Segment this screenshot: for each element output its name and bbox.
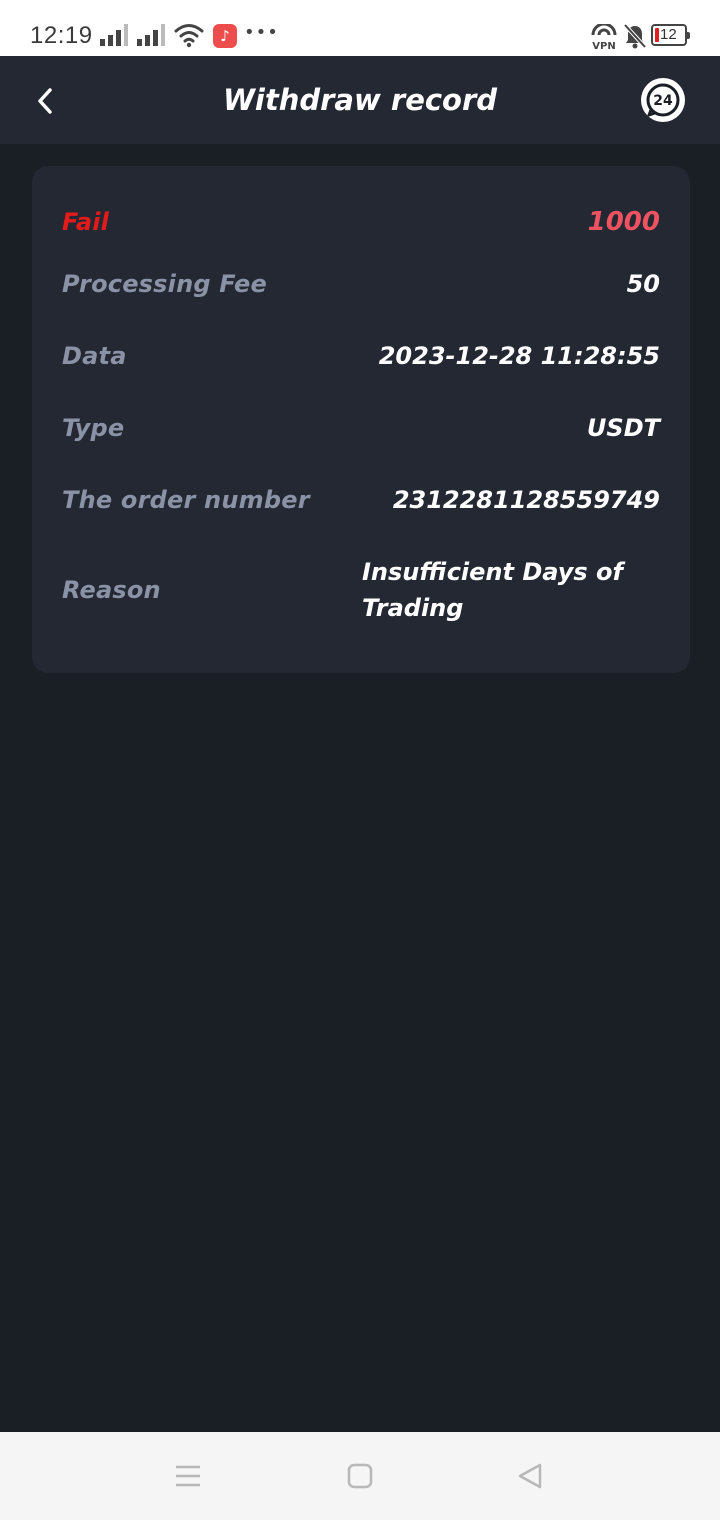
support-24h-icon: 24 [646, 83, 680, 117]
battery-percent: 12 [660, 26, 677, 43]
status-bar: 12:19 ♪ ••• VPN 12 [0, 0, 720, 56]
music-app-icon: ♪ [213, 24, 237, 48]
menu-icon[interactable] [174, 1462, 202, 1490]
order-number-value: 2312281128559749 [392, 486, 660, 514]
battery-icon: 12 [651, 24, 690, 46]
withdraw-amount: 1000 [587, 207, 660, 237]
type-value: USDT [586, 414, 660, 442]
bell-muted-icon [623, 23, 647, 49]
record-row-reason: Reason Insufficient Days of Trading [62, 554, 660, 626]
date-value: 2023-12-28 11:28:55 [378, 342, 660, 370]
app-header: Withdraw record 24 [0, 56, 720, 144]
status-time: 12:19 [30, 22, 93, 49]
signal-icon [137, 24, 165, 46]
order-number-label: The order number [62, 486, 310, 514]
type-label: Type [62, 414, 125, 442]
svg-text:VPN: VPN [592, 41, 615, 50]
support-24h-button[interactable]: 24 [641, 78, 685, 122]
date-label: Data [62, 342, 127, 370]
svg-text:24: 24 [653, 93, 673, 109]
home-icon[interactable] [346, 1462, 374, 1490]
processing-fee-label: Processing Fee [62, 270, 267, 298]
back-triangle-icon[interactable] [516, 1462, 544, 1490]
wifi-icon [174, 24, 204, 48]
reason-label: Reason [62, 576, 161, 604]
reason-value: Insufficient Days of Trading [362, 558, 623, 622]
page-title: Withdraw record [222, 83, 498, 117]
system-nav-bar [0, 1432, 720, 1520]
withdraw-record-card: Fail 1000 Processing Fee 50 Data 2023-12… [32, 166, 690, 673]
vpn-icon: VPN [591, 24, 617, 50]
more-dots-icon: ••• [244, 22, 279, 43]
processing-fee-value: 50 [626, 270, 660, 298]
signal-icon [100, 24, 128, 46]
status-label: Fail [62, 208, 110, 236]
